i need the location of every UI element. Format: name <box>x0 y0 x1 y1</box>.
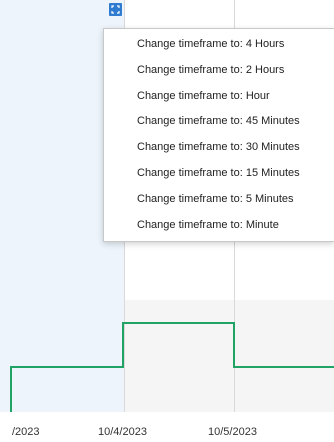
menu-item-hour[interactable]: Change timeframe to: Hour <box>104 84 334 110</box>
timeframe-context-menu: Change timeframe to: 4 Hours Change time… <box>103 28 334 242</box>
menu-item-5-minutes[interactable]: Change timeframe to: 5 Minutes <box>104 187 334 213</box>
menu-item-2-hours[interactable]: Change timeframe to: 2 Hours <box>104 58 334 84</box>
menu-item-15-minutes[interactable]: Change timeframe to: 15 Minutes <box>104 161 334 187</box>
x-tick-label: 10/5/2023 <box>208 426 257 438</box>
expand-icon[interactable] <box>109 3 122 16</box>
menu-item-minute[interactable]: Change timeframe to: Minute <box>104 213 334 239</box>
x-tick-label: /2023 <box>12 426 40 438</box>
timeline-chart: /2023 10/4/2023 10/5/2023 Change timefra… <box>0 0 334 442</box>
menu-item-45-minutes[interactable]: Change timeframe to: 45 Minutes <box>104 109 334 135</box>
menu-item-30-minutes[interactable]: Change timeframe to: 30 Minutes <box>104 135 334 161</box>
x-tick-label: 10/4/2023 <box>98 426 147 438</box>
menu-item-4-hours[interactable]: Change timeframe to: 4 Hours <box>104 32 334 58</box>
